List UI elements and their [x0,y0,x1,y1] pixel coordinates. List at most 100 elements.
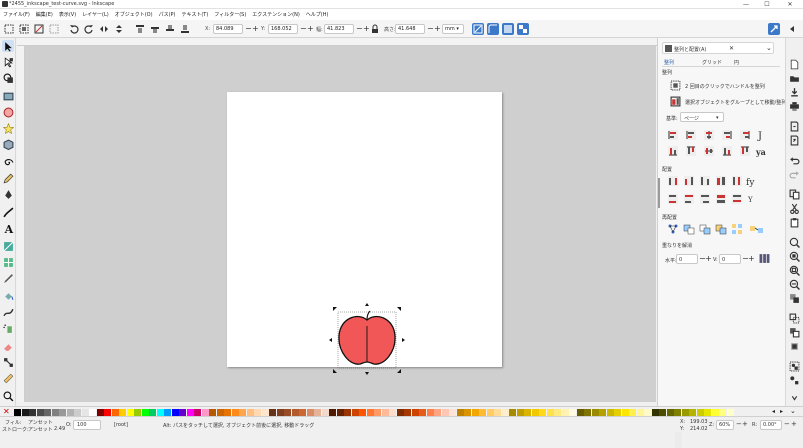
color-swatch[interactable] [141,409,149,416]
subtab-grid[interactable]: グリッド [702,59,722,66]
color-swatch[interactable] [366,409,374,416]
color-swatch[interactable] [284,409,291,416]
color-swatch[interactable] [351,409,359,416]
layer-indicator[interactable]: [root] [114,422,128,428]
color-swatch[interactable] [666,409,674,416]
color-swatch[interactable] [389,409,396,416]
option-rel-align[interactable]: 2 回目のクリックでハンドルを整列 [685,83,765,90]
color-swatch[interactable] [659,409,666,416]
unlink-clone-icon[interactable] [788,326,800,338]
mesh-tool-icon[interactable] [2,256,14,268]
color-swatch[interactable] [621,409,629,416]
zoom-increment[interactable]: + [742,420,748,428]
color-swatch[interactable] [66,409,74,416]
stroke-width-value[interactable]: 2.49 [54,426,65,432]
color-swatch[interactable] [456,409,464,416]
flip-horizontal-icon[interactable] [98,23,110,35]
color-swatch[interactable] [179,409,186,416]
color-swatch[interactable] [449,409,456,416]
color-swatch[interactable] [711,409,719,416]
print-icon[interactable] [788,100,800,112]
y-increment[interactable]: + [307,24,314,33]
color-swatch[interactable] [509,409,516,416]
color-swatch[interactable] [524,409,531,416]
minimize-button[interactable]: — [737,0,755,9]
rotation-input[interactable]: 0.00° [760,420,782,430]
pencil-tool-icon[interactable] [2,172,14,184]
color-swatch[interactable] [404,409,411,416]
subtab-circle[interactable]: 円 [734,59,739,66]
color-swatch[interactable] [681,409,689,416]
align-buttons-grid[interactable]: J ya [666,128,776,160]
panel-menu-icon[interactable]: ⌄ [766,44,772,52]
color-swatch[interactable] [651,409,659,416]
color-swatch[interactable] [689,409,696,416]
color-swatch[interactable] [464,409,471,416]
color-swatch[interactable] [269,409,276,416]
palette-scroll-left-icon[interactable]: ◂ [772,408,775,415]
shape-builder-icon[interactable] [2,72,14,84]
rotate-ccw-icon[interactable] [68,23,80,35]
color-swatch[interactable] [374,409,381,416]
color-swatch[interactable] [591,409,599,416]
new-document-icon[interactable] [788,58,800,70]
width-input[interactable]: 41.823 [324,24,354,34]
x-increment[interactable]: + [252,24,259,33]
rotation-decrement[interactable]: − [784,420,790,428]
color-swatch[interactable] [674,409,681,416]
measure-tool-icon[interactable] [2,372,14,384]
zoom-selection-icon[interactable] [788,236,800,248]
hgap-increment[interactable]: + [705,254,712,263]
color-swatch[interactable] [149,409,156,416]
pen-tool-icon[interactable] [2,188,14,200]
clone-icon[interactable] [788,312,800,324]
paste-icon[interactable] [788,216,800,228]
color-swatch[interactable] [44,409,51,416]
color-swatch[interactable] [726,409,734,416]
align-row-vertical[interactable]: ya [668,146,766,157]
color-swatch[interactable] [599,409,606,416]
zoom-width-icon[interactable] [788,278,800,290]
calligraphy-tool-icon[interactable] [2,206,14,218]
duplicate-icon[interactable] [788,292,800,304]
horizontal-ruler[interactable] [17,38,657,46]
menu-layer[interactable]: レイヤー(L) [82,11,109,18]
align-row-horizontal[interactable]: J [668,130,762,142]
raise-to-top-icon[interactable] [134,23,146,35]
zoom-drawing-icon[interactable] [788,250,800,262]
invert-selection-icon[interactable] [33,23,45,35]
color-swatch[interactable] [554,409,561,416]
color-swatch[interactable] [224,409,231,416]
group-icon[interactable] [788,360,800,372]
panel-resize-handle[interactable] [658,178,660,208]
color-swatch[interactable] [216,409,224,416]
panel-tab[interactable]: 整列と配置(A) ✕ ⌄ [662,42,774,54]
height-decrement[interactable]: − [427,24,434,33]
transform-patterns-icon[interactable] [517,23,529,35]
node-tool-icon[interactable] [2,56,14,68]
flip-vertical-icon[interactable] [113,23,125,35]
color-swatch[interactable] [434,409,441,416]
3d-box-tool-icon[interactable] [2,138,14,150]
color-swatch[interactable] [104,409,111,416]
save-icon[interactable] [788,86,800,98]
zoom-page-icon[interactable] [788,264,800,276]
y-input[interactable]: 168.052 [268,24,298,34]
color-swatch[interactable] [51,409,59,416]
color-swatch[interactable] [156,409,164,416]
lock-icon[interactable] [369,23,381,35]
color-swatch[interactable] [539,409,546,416]
color-swatch[interactable] [359,409,366,416]
color-swatch[interactable] [306,409,314,416]
lower-icon[interactable] [164,23,176,35]
paint-bucket-tool-icon[interactable] [2,290,14,302]
color-swatch[interactable] [89,409,96,416]
connector-tool-icon[interactable] [2,356,14,368]
menu-object[interactable]: オブジェクト(O) [115,11,153,18]
ungroup-icon[interactable] [788,374,800,386]
color-swatch[interactable] [494,409,501,416]
color-swatch[interactable] [254,409,261,416]
color-swatch[interactable] [486,409,494,416]
color-swatch[interactable] [299,409,306,416]
lower-to-bottom-icon[interactable] [179,23,191,35]
